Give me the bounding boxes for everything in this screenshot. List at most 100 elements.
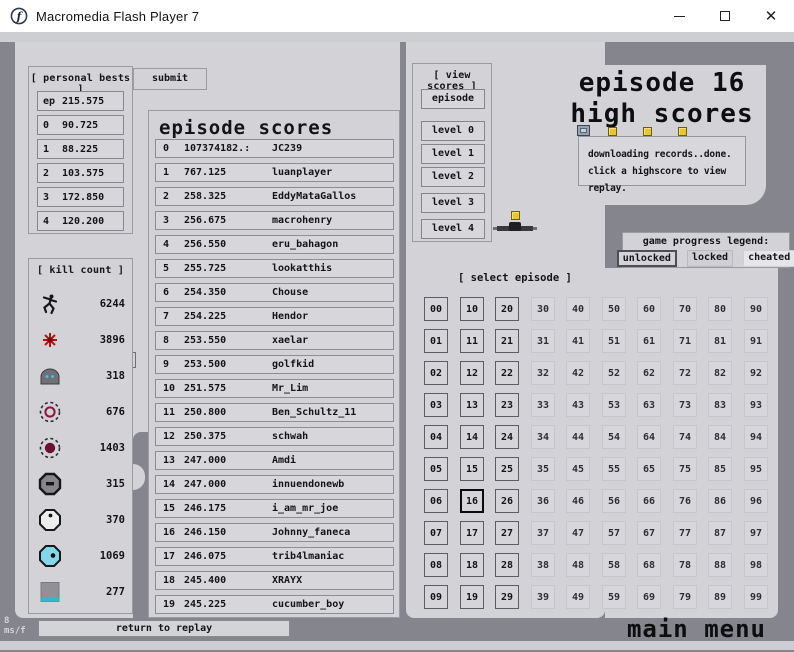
score-row[interactable]: 6 254.350 Chouse: [155, 283, 394, 302]
episode-cell-41[interactable]: 41: [566, 329, 590, 353]
episode-cell-82[interactable]: 82: [708, 361, 732, 385]
episode-cell-53[interactable]: 53: [602, 393, 626, 417]
episode-cell-40[interactable]: 40: [566, 297, 590, 321]
episode-cell-23[interactable]: 23: [495, 393, 519, 417]
score-row[interactable]: 12 250.375 schwah: [155, 427, 394, 446]
episode-cell-99[interactable]: 99: [744, 585, 768, 609]
return-to-replay-button[interactable]: return to replay: [38, 620, 290, 637]
score-row[interactable]: 18 245.400 XRAYX: [155, 571, 394, 590]
episode-cell-80[interactable]: 80: [708, 297, 732, 321]
submit-button[interactable]: submit: [133, 68, 207, 90]
episode-cell-05[interactable]: 05: [424, 457, 448, 481]
score-row[interactable]: 15 246.175 i_am_mr_joe: [155, 499, 394, 518]
episode-cell-77[interactable]: 77: [673, 521, 697, 545]
score-row[interactable]: 13 247.000 Amdi: [155, 451, 394, 470]
episode-cell-18[interactable]: 18: [460, 553, 484, 577]
episode-cell-62[interactable]: 62: [637, 361, 661, 385]
episode-cell-97[interactable]: 97: [744, 521, 768, 545]
score-row[interactable]: 11 250.800 Ben_Schultz_11: [155, 403, 394, 422]
episode-cell-07[interactable]: 07: [424, 521, 448, 545]
episode-cell-47[interactable]: 47: [566, 521, 590, 545]
episode-cell-17[interactable]: 17: [460, 521, 484, 545]
episode-cell-15[interactable]: 15: [460, 457, 484, 481]
episode-cell-83[interactable]: 83: [708, 393, 732, 417]
minimize-button[interactable]: [656, 0, 702, 32]
episode-cell-54[interactable]: 54: [602, 425, 626, 449]
episode-cell-20[interactable]: 20: [495, 297, 519, 321]
score-row[interactable]: 7 254.225 Hendor: [155, 307, 394, 326]
view-level-1-button[interactable]: level 1: [421, 144, 485, 164]
episode-cell-58[interactable]: 58: [602, 553, 626, 577]
episode-cell-57[interactable]: 57: [602, 521, 626, 545]
episode-cell-19[interactable]: 19: [460, 585, 484, 609]
episode-cell-59[interactable]: 59: [602, 585, 626, 609]
episode-cell-12[interactable]: 12: [460, 361, 484, 385]
episode-cell-86[interactable]: 86: [708, 489, 732, 513]
episode-cell-44[interactable]: 44: [566, 425, 590, 449]
score-row[interactable]: 3 256.675 macrohenry: [155, 211, 394, 230]
episode-cell-76[interactable]: 76: [673, 489, 697, 513]
view-level-4-button[interactable]: level 4: [421, 219, 485, 239]
episode-cell-96[interactable]: 96: [744, 489, 768, 513]
episode-cell-13[interactable]: 13: [460, 393, 484, 417]
episode-cell-67[interactable]: 67: [637, 521, 661, 545]
episode-cell-49[interactable]: 49: [566, 585, 590, 609]
episode-cell-79[interactable]: 79: [673, 585, 697, 609]
episode-cell-48[interactable]: 48: [566, 553, 590, 577]
episode-cell-74[interactable]: 74: [673, 425, 697, 449]
episode-cell-36[interactable]: 36: [531, 489, 555, 513]
score-row[interactable]: 19 245.225 cucumber_boy: [155, 595, 394, 614]
episode-cell-26[interactable]: 26: [495, 489, 519, 513]
episode-cell-35[interactable]: 35: [531, 457, 555, 481]
episode-cell-63[interactable]: 63: [637, 393, 661, 417]
episode-cell-84[interactable]: 84: [708, 425, 732, 449]
episode-cell-85[interactable]: 85: [708, 457, 732, 481]
episode-cell-93[interactable]: 93: [744, 393, 768, 417]
episode-cell-94[interactable]: 94: [744, 425, 768, 449]
score-row[interactable]: 5 255.725 lookatthis: [155, 259, 394, 278]
episode-cell-52[interactable]: 52: [602, 361, 626, 385]
episode-cell-04[interactable]: 04: [424, 425, 448, 449]
episode-cell-02[interactable]: 02: [424, 361, 448, 385]
episode-cell-78[interactable]: 78: [673, 553, 697, 577]
episode-cell-29[interactable]: 29: [495, 585, 519, 609]
episode-cell-06[interactable]: 06: [424, 489, 448, 513]
episode-cell-00[interactable]: 00: [424, 297, 448, 321]
episode-cell-22[interactable]: 22: [495, 361, 519, 385]
episode-cell-90[interactable]: 90: [744, 297, 768, 321]
episode-cell-68[interactable]: 68: [637, 553, 661, 577]
episode-cell-10[interactable]: 10: [460, 297, 484, 321]
main-menu-button[interactable]: main menu: [560, 615, 766, 643]
episode-cell-34[interactable]: 34: [531, 425, 555, 449]
episode-cell-21[interactable]: 21: [495, 329, 519, 353]
score-row[interactable]: 16 246.150 Johnny_faneca: [155, 523, 394, 542]
episode-cell-03[interactable]: 03: [424, 393, 448, 417]
score-row[interactable]: 0 107374182.: JC239: [155, 139, 394, 158]
episode-cell-56[interactable]: 56: [602, 489, 626, 513]
episode-cell-43[interactable]: 43: [566, 393, 590, 417]
episode-cell-32[interactable]: 32: [531, 361, 555, 385]
episode-cell-81[interactable]: 81: [708, 329, 732, 353]
episode-cell-75[interactable]: 75: [673, 457, 697, 481]
episode-cell-45[interactable]: 45: [566, 457, 590, 481]
episode-cell-66[interactable]: 66: [637, 489, 661, 513]
score-row[interactable]: 1 767.125 luanplayer: [155, 163, 394, 182]
episode-cell-51[interactable]: 51: [602, 329, 626, 353]
episode-cell-50[interactable]: 50: [602, 297, 626, 321]
episode-cell-72[interactable]: 72: [673, 361, 697, 385]
episode-cell-92[interactable]: 92: [744, 361, 768, 385]
close-button[interactable]: ✕: [748, 0, 794, 32]
episode-cell-46[interactable]: 46: [566, 489, 590, 513]
maximize-button[interactable]: [702, 0, 748, 32]
episode-cell-70[interactable]: 70: [673, 297, 697, 321]
episode-cell-24[interactable]: 24: [495, 425, 519, 449]
view-level-0-button[interactable]: level 0: [421, 121, 485, 141]
episode-cell-91[interactable]: 91: [744, 329, 768, 353]
view-episode-button[interactable]: episode: [421, 89, 485, 109]
episode-cell-09[interactable]: 09: [424, 585, 448, 609]
episode-cell-55[interactable]: 55: [602, 457, 626, 481]
episode-cell-42[interactable]: 42: [566, 361, 590, 385]
episode-cell-89[interactable]: 89: [708, 585, 732, 609]
episode-cell-71[interactable]: 71: [673, 329, 697, 353]
episode-cell-73[interactable]: 73: [673, 393, 697, 417]
